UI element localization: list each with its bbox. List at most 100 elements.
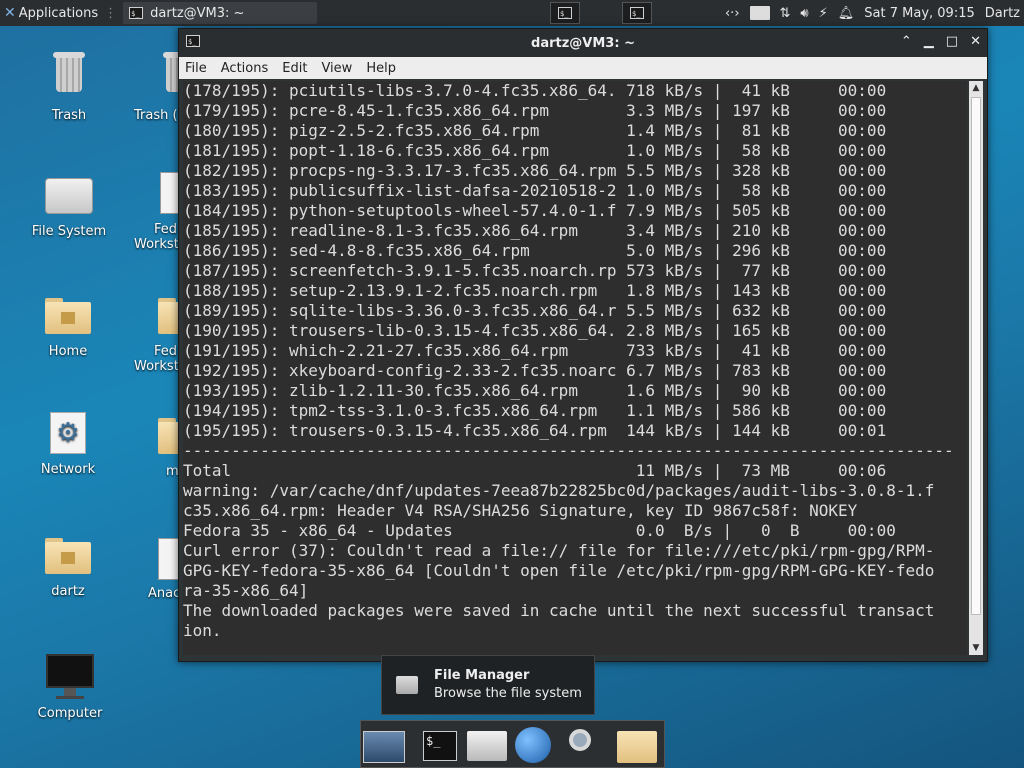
monitor-icon xyxy=(46,654,94,700)
taskbar-terminal-button[interactable]: $_ dartz@VM3: ~ xyxy=(123,2,318,24)
terminal-line: (195/195): trousers-0.3.15-4.fc35.x86_64… xyxy=(183,421,887,440)
desktop-icon-computer[interactable]: Computer xyxy=(25,654,115,721)
terminal-line: (194/195): tpm2-tss-3.1.0-3.fc35.x86_64.… xyxy=(183,401,887,420)
desktop-icon-trash-2[interactable]: Trash ( xyxy=(124,52,195,123)
window-title: dartz@VM3: ~ xyxy=(531,36,635,51)
screen-icon xyxy=(363,731,405,763)
desktop-icon-m[interactable]: m xyxy=(130,418,184,479)
desktop-icon-network[interactable]: ⚙ Network xyxy=(23,412,113,477)
desktop-icon-fedora-workstation-2[interactable]: Fed Workst xyxy=(130,298,184,374)
menu-file[interactable]: File xyxy=(179,61,215,76)
system-tray: ‹·› ⇅ 🔊︎ ⚡ 🔔︎ Sat 7 May, 09:15 Dartz xyxy=(725,0,1024,26)
tooltip-subtitle: Browse the file system xyxy=(434,686,582,701)
dock-tooltip: File Manager Browse the file system xyxy=(381,655,595,715)
drive-icon xyxy=(45,178,93,214)
dock-item-folder[interactable] xyxy=(617,727,659,765)
xfce-logo-icon: ✕ xyxy=(4,5,16,21)
desktop-icon-label: Trash ( xyxy=(134,108,178,123)
clock[interactable]: Sat 7 May, 09:15 xyxy=(864,6,974,21)
search-icon xyxy=(569,729,591,751)
desktop-icon-dartz[interactable]: dartz xyxy=(23,538,113,599)
terminal-line: (179/195): pcre-8.45-1.fc35.x86_64.rpm 3… xyxy=(183,101,887,120)
window-controls: ⌃ ▁ □ ✕ xyxy=(901,34,981,49)
taskbar-terminal-label: dartz@VM3: ~ xyxy=(150,5,245,21)
terminal-icon: $_ xyxy=(129,7,144,19)
desktop-icon-label: File System xyxy=(31,224,107,239)
user-menu[interactable]: Dartz xyxy=(985,6,1020,21)
scroll-down-arrow-icon[interactable]: ▼ xyxy=(969,641,983,655)
desktop-icon-file-system[interactable]: File System xyxy=(24,178,114,239)
top-panel: ✕ Applications ⋮ $_ dartz@VM3: ~ $_ $_ ‹… xyxy=(0,0,1024,26)
folder-icon xyxy=(617,731,657,763)
terminal-line: Fedora 35 - x86_64 - Updates 0.0 B/s | 0… xyxy=(183,521,896,540)
dock-item-web-browser[interactable] xyxy=(515,727,557,765)
scroll-up-arrow-icon[interactable]: ▲ xyxy=(969,81,983,95)
terminal-line: (191/195): which-2.21-27.fc35.x86_64.rpm… xyxy=(183,341,887,360)
dock-item-file-manager[interactable] xyxy=(467,727,509,765)
menu-actions[interactable]: Actions xyxy=(215,61,277,76)
keyboard-icon[interactable] xyxy=(749,6,770,20)
desktop-icon-label: dartz xyxy=(51,584,85,599)
dock-item-terminal[interactable]: $_ xyxy=(419,727,461,765)
desktop-icon-label-line2: Workst xyxy=(134,359,179,374)
workspace-2-button[interactable]: $_ xyxy=(622,2,652,24)
terminal-line: (190/195): trousers-lib-0.3.15-4.fc35.x8… xyxy=(183,321,887,340)
maximize-button[interactable]: □ xyxy=(946,34,958,49)
terminal-line: (186/195): sed-4.8-8.fc35.x86_64.rpm 5.0… xyxy=(183,241,887,260)
workspace-1-button[interactable]: $_ xyxy=(550,2,580,24)
terminal-line: ra-35-x86_64] xyxy=(183,581,309,600)
bottom-dock: $_ xyxy=(360,720,665,768)
dock-item-search[interactable] xyxy=(565,727,607,765)
terminal-line: (187/195): screenfetch-3.9.1-5.fc35.noar… xyxy=(183,261,887,280)
window-titlebar[interactable]: $_ dartz@VM3: ~ ⌃ ▁ □ ✕ xyxy=(179,29,987,57)
terminal-output[interactable]: (178/195): pciutils-libs-3.7.0-4.fc35.x8… xyxy=(183,81,967,655)
desktop-icon-home[interactable]: Home xyxy=(23,298,113,359)
desktop-icon-label: Home xyxy=(48,344,88,359)
file-manager-icon xyxy=(396,676,418,694)
updates-icon[interactable]: ⇅ xyxy=(780,6,791,21)
terminal-line: ----------------------------------------… xyxy=(183,441,954,460)
volume-icon[interactable]: 🔊︎ xyxy=(800,6,808,21)
desktop-icon-label: Trash xyxy=(51,108,87,123)
terminal-line: (185/195): readline-8.1-3.fc35.x86_64.rp… xyxy=(183,221,887,240)
terminal-icon: $_ xyxy=(630,7,644,19)
network-gear-icon: ⚙ xyxy=(50,412,86,454)
close-button[interactable]: ✕ xyxy=(970,34,981,49)
terminal-line: c35.x86_64.rpm: Header V4 RSA/SHA256 Sig… xyxy=(183,501,858,520)
terminal-line: (183/195): publicsuffix-list-dafsa-20210… xyxy=(183,181,887,200)
notifications-bell-icon[interactable]: 🔔︎ xyxy=(838,6,855,21)
shade-button[interactable]: ⌃ xyxy=(901,34,912,49)
terminal-scrollbar[interactable]: ▲ ▼ xyxy=(969,81,983,655)
terminal-line: warning: /var/cache/dnf/updates-7eea87b2… xyxy=(183,481,935,500)
tooltip-title: File Manager xyxy=(434,668,530,683)
menu-help[interactable]: Help xyxy=(360,61,404,76)
terminal-icon: $_ xyxy=(558,7,572,19)
dock-item-show-desktop[interactable] xyxy=(363,727,405,765)
terminal-line: (189/195): sqlite-libs-3.36.0-3.fc35.x86… xyxy=(183,301,887,320)
terminal-line: The downloaded packages were saved in ca… xyxy=(183,601,935,620)
desktop-icon-fedora-workstation-1[interactable]: Fed Workst xyxy=(130,172,192,252)
desktop-icon-anaconda[interactable]: Anac xyxy=(130,538,184,601)
scrollbar-thumb[interactable] xyxy=(971,97,981,615)
terminal-line: (181/195): popt-1.18-6.fc35.x86_64.rpm 1… xyxy=(183,141,887,160)
home-folder-icon xyxy=(45,538,91,574)
network-icon[interactable]: ‹·› xyxy=(725,6,740,21)
terminal-line: (184/195): python-setuptools-wheel-57.4.… xyxy=(183,201,887,220)
menu-view[interactable]: View xyxy=(315,61,360,76)
power-icon[interactable]: ⚡ xyxy=(819,6,828,21)
minimize-button[interactable]: ▁ xyxy=(924,34,934,49)
desktop-icon-trash[interactable]: Trash xyxy=(24,52,114,123)
home-folder-icon xyxy=(45,298,91,334)
home-folder-icon xyxy=(467,731,507,761)
terminal-line: (178/195): pciutils-libs-3.7.0-4.fc35.x8… xyxy=(183,81,887,100)
terminal-line: (193/195): zlib-1.2.11-30.fc35.x86_64.rp… xyxy=(183,381,887,400)
applications-label: Applications xyxy=(18,5,99,21)
menu-bar: File Actions Edit View Help xyxy=(179,57,987,79)
panel-separator: ⋮ xyxy=(104,5,118,21)
menu-edit[interactable]: Edit xyxy=(276,61,315,76)
applications-menu-button[interactable]: ✕ Applications xyxy=(0,0,102,26)
web-browser-icon xyxy=(515,727,551,763)
trash-icon xyxy=(53,52,85,92)
desktop-icon-label: Network xyxy=(40,462,96,477)
terminal-line: (180/195): pigz-2.5-2.fc35.x86_64.rpm 1.… xyxy=(183,121,887,140)
